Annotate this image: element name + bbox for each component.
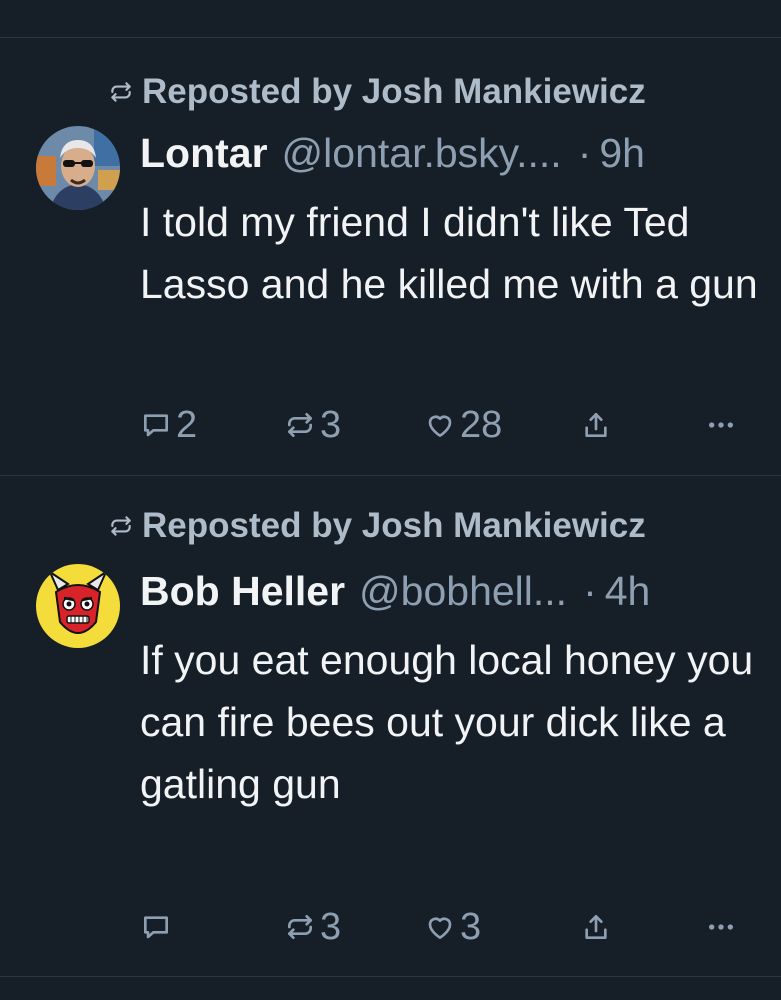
repost-button[interactable]: 3	[284, 402, 341, 448]
avatar[interactable]	[36, 564, 120, 648]
post-text: I told my friend I didn't like Ted Lasso…	[140, 199, 758, 307]
reply-icon	[144, 916, 168, 939]
more-options-button[interactable]	[705, 904, 737, 950]
post-header: Bob Heller @bobhell... · 4h	[140, 566, 760, 616]
author-name[interactable]: Bob Heller	[140, 568, 345, 615]
separator-dot: ·	[577, 129, 592, 176]
repost-label: Reposted by Josh Mankiewicz	[142, 506, 646, 545]
post-timestamp[interactable]: 4h	[605, 568, 651, 615]
post-timestamp[interactable]: 9h	[599, 130, 645, 177]
post-actions: 2 3 28	[140, 402, 745, 448]
repost-indicator[interactable]: Reposted by Josh Mankiewicz	[108, 506, 646, 546]
avatar-image	[36, 564, 120, 648]
reply-count: 2	[176, 403, 198, 446]
feed-post[interactable]: Reposted by Josh Mankiewicz Bob Heller @…	[0, 476, 781, 976]
author-handle[interactable]: @lontar.bsky....	[282, 130, 562, 177]
avatar[interactable]	[36, 126, 120, 210]
repost-icon	[288, 915, 312, 939]
reply-icon	[144, 414, 168, 437]
heart-icon	[428, 415, 452, 437]
share-button[interactable]	[580, 904, 612, 950]
post-actions: 3 3	[140, 904, 745, 950]
post-header: Lontar @lontar.bsky.... · 9h	[140, 128, 760, 178]
more-icon	[709, 422, 733, 428]
repost-icon	[288, 413, 312, 437]
repost-icon	[111, 516, 131, 536]
share-icon	[585, 915, 607, 939]
feed-post[interactable]: Reposted by Josh Mankiewicz Lontar @lont…	[0, 38, 781, 475]
repost-count: 3	[320, 403, 342, 446]
reply-button[interactable]	[140, 904, 176, 950]
author-handle[interactable]: @bobhell...	[359, 568, 567, 615]
post-text: If you eat enough local honey you can fi…	[140, 637, 754, 807]
author-name[interactable]: Lontar	[140, 130, 268, 177]
like-count: 3	[460, 905, 482, 948]
avatar-image	[36, 126, 120, 210]
repost-indicator[interactable]: Reposted by Josh Mankiewicz	[108, 72, 646, 112]
like-button[interactable]: 3	[424, 904, 481, 950]
repost-icon	[111, 82, 131, 102]
repost-label: Reposted by Josh Mankiewicz	[142, 72, 646, 111]
repost-count: 3	[320, 905, 342, 948]
share-button[interactable]	[580, 402, 612, 448]
more-icon	[709, 924, 733, 930]
repost-button[interactable]: 3	[284, 904, 341, 950]
heart-icon	[428, 917, 452, 939]
separator-dot: ·	[583, 567, 597, 614]
reply-button[interactable]: 2	[140, 402, 197, 448]
bottom-divider	[0, 976, 781, 977]
share-icon	[585, 413, 607, 437]
like-count: 28	[460, 403, 503, 446]
more-options-button[interactable]	[705, 402, 737, 448]
like-button[interactable]: 28	[424, 402, 502, 448]
